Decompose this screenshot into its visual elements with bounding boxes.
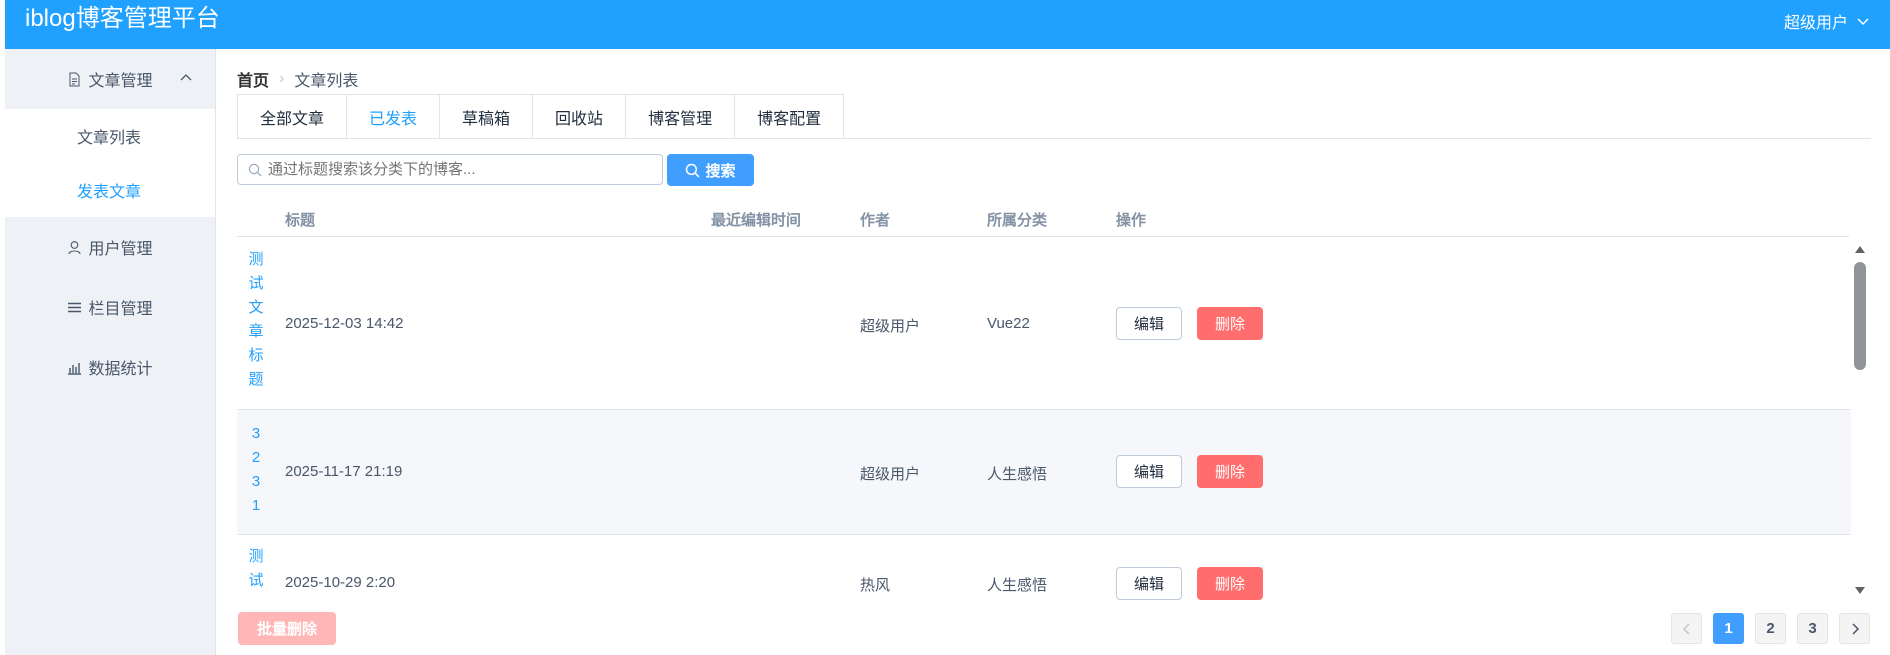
row-time: 2025-10-29 2:20 <box>285 574 396 591</box>
breadcrumb-current: 文章列表 <box>294 73 359 90</box>
edit-button[interactable]: 编辑 <box>1116 567 1182 600</box>
row-category: 人生感悟 <box>987 466 1048 483</box>
search-input[interactable] <box>268 161 648 178</box>
search-icon <box>686 163 700 177</box>
sidebar-item-articles[interactable]: 文章管理 <box>5 49 215 109</box>
table-body: 测试文章标题 2025-12-03 14:42 超级用户 Vue22 编辑 删除… <box>237 238 1851 600</box>
scroll-down-arrow-icon[interactable] <box>1855 587 1865 594</box>
row-category: Vue22 <box>987 315 1030 332</box>
row-title-link[interactable]: 测试 <box>248 545 264 593</box>
header-edited-time: 最近编辑时间 <box>711 212 802 229</box>
breadcrumb-separator-icon: › <box>279 70 285 87</box>
sidebar-item-stats[interactable]: 数据统计 <box>5 337 215 397</box>
batch-delete-button[interactable]: 批量删除 <box>238 612 336 645</box>
table-row: 3231 2025-11-17 21:19 超级用户 人生感悟 编辑 删除 <box>237 410 1851 535</box>
header-author: 作者 <box>860 212 891 229</box>
app-title: iblog博客管理平台 <box>25 5 220 32</box>
tab-published[interactable]: 已发表 <box>346 94 441 138</box>
page-button-1[interactable]: 1 <box>1713 613 1744 644</box>
header-category: 所属分类 <box>987 212 1048 229</box>
user-icon <box>68 240 82 254</box>
edit-button[interactable]: 编辑 <box>1116 307 1182 340</box>
next-page-button[interactable] <box>1839 613 1870 644</box>
sidebar-item-label: 文章管理 <box>88 73 153 90</box>
delete-button[interactable]: 删除 <box>1197 567 1263 600</box>
scrollbar-thumb[interactable] <box>1854 262 1866 370</box>
prev-page-button[interactable] <box>1671 613 1702 644</box>
row-title-link[interactable]: 3231 <box>248 422 264 518</box>
tab-bar: 全部文章 已发表 草稿箱 回收站 博客管理 博客配置 <box>237 94 1871 139</box>
tab-blog-config[interactable]: 博客配置 <box>734 94 845 138</box>
sidebar-item-label: 用户管理 <box>88 241 153 258</box>
sidebar-subitem-article-list[interactable]: 文章列表 <box>5 109 215 163</box>
row-author: 超级用户 <box>860 466 921 483</box>
search-icon <box>248 163 262 176</box>
top-header: iblog博客管理平台 超级用户 <box>5 0 1890 49</box>
tab-all-articles[interactable]: 全部文章 <box>237 94 348 138</box>
user-name: 超级用户 <box>1783 15 1848 32</box>
delete-button[interactable]: 删除 <box>1197 455 1263 488</box>
tab-drafts[interactable]: 草稿箱 <box>439 94 534 138</box>
tab-recycle-bin[interactable]: 回收站 <box>532 94 627 138</box>
delete-button[interactable]: 删除 <box>1197 307 1263 340</box>
search-button-label: 搜索 <box>705 162 736 180</box>
chevron-up-icon <box>180 74 192 81</box>
row-time: 2025-11-17 21:19 <box>285 463 403 480</box>
sidebar-subitem-publish-article[interactable]: 发表文章 <box>5 163 215 217</box>
table-row: 测试文章标题 2025-12-03 14:42 超级用户 Vue22 编辑 删除 <box>237 238 1851 410</box>
chevron-right-icon <box>1851 622 1859 635</box>
main-content: 首页 › 文章列表 全部文章 已发表 草稿箱 回收站 博客管理 博客配置 搜索 … <box>237 49 1873 655</box>
page-button-3[interactable]: 3 <box>1797 613 1828 644</box>
page-button-2[interactable]: 2 <box>1755 613 1786 644</box>
header-title: 标题 <box>285 212 316 229</box>
row-author: 超级用户 <box>860 318 921 335</box>
table-scrollbar[interactable] <box>1853 242 1867 598</box>
row-title-link[interactable]: 测试文章标题 <box>248 248 264 392</box>
scroll-up-arrow-icon[interactable] <box>1855 246 1865 253</box>
sidebar-item-columns[interactable]: 栏目管理 <box>5 277 215 337</box>
table-row: 测试 2025-10-29 2:20 热风 人生感悟 编辑 删除 <box>237 535 1851 600</box>
row-time: 2025-12-03 14:42 <box>285 315 404 332</box>
sidebar-item-users[interactable]: 用户管理 <box>5 217 215 277</box>
table-header: 标题 最近编辑时间 作者 所属分类 操作 <box>237 197 1849 237</box>
row-author: 热风 <box>860 577 891 594</box>
chevron-left-icon <box>1682 622 1690 635</box>
row-category: 人生感悟 <box>987 577 1048 594</box>
sidebar-item-label: 栏目管理 <box>88 301 153 318</box>
tab-blog-management[interactable]: 博客管理 <box>625 94 736 138</box>
search-button[interactable]: 搜索 <box>667 154 754 186</box>
sidebar: 文章管理 文章列表 发表文章 用户管理 栏目管理 数据统计 <box>5 49 216 655</box>
pagination: 1 2 3 <box>1671 613 1870 644</box>
document-icon <box>69 72 80 86</box>
user-menu[interactable]: 超级用户 <box>1784 9 1870 33</box>
breadcrumb-home[interactable]: 首页 <box>237 67 269 91</box>
sidebar-item-label: 数据统计 <box>88 361 153 378</box>
edit-button[interactable]: 编辑 <box>1116 455 1182 488</box>
header-actions: 操作 <box>1116 212 1147 229</box>
menu-lines-icon <box>68 302 82 312</box>
breadcrumb: 首页 › 文章列表 <box>237 67 358 91</box>
search-box <box>237 154 663 185</box>
articles-submenu: 文章列表 发表文章 <box>5 109 215 217</box>
bar-chart-icon <box>68 362 82 375</box>
chevron-down-icon <box>1857 18 1869 26</box>
